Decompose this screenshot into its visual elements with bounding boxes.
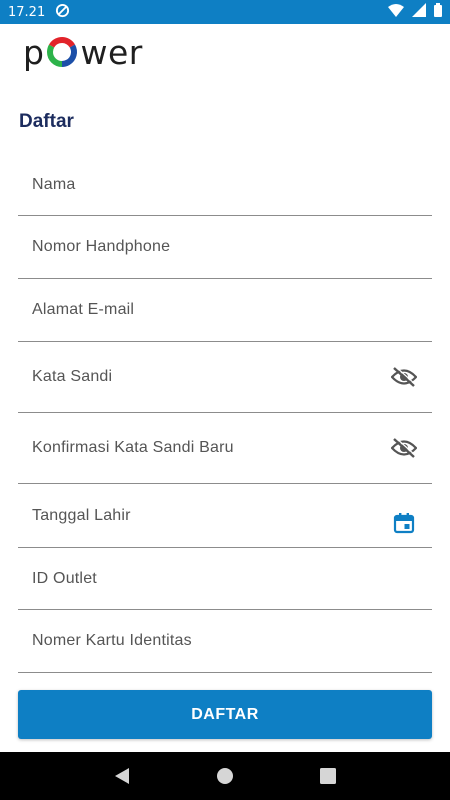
outlet-id-field[interactable]: ID Outlet (18, 548, 432, 610)
navigation-bar (0, 752, 450, 800)
wifi-icon (388, 3, 404, 21)
register-button[interactable]: DAFTAR (18, 690, 432, 739)
password-field[interactable]: Kata Sandi (18, 342, 432, 413)
email-field[interactable]: Alamat E-mail (18, 279, 432, 342)
confirm-password-field[interactable]: Konfirmasi Kata Sandi Baru (18, 413, 432, 484)
visibility-off-icon[interactable] (390, 434, 418, 462)
status-time: 17.21 (8, 4, 46, 20)
back-icon[interactable] (107, 761, 137, 791)
birth-date-field-label: Tanggal Lahir (32, 506, 131, 524)
recent-apps-icon[interactable] (313, 761, 343, 791)
outlet-id-field-label: ID Outlet (32, 569, 97, 587)
cell-signal-icon (412, 3, 426, 21)
calendar-icon[interactable] (390, 509, 418, 537)
power-logo: p wer (23, 32, 143, 72)
status-bar-right (388, 3, 442, 21)
logo-text-start: p (23, 32, 45, 72)
name-field[interactable]: Nama (18, 154, 432, 216)
birth-date-field[interactable]: Tanggal Lahir (18, 484, 432, 548)
status-bar-left: 17.21 (8, 3, 70, 22)
page-title: Daftar (19, 111, 74, 132)
status-bar: 17.21 (0, 0, 450, 24)
data-saver-icon (55, 3, 70, 22)
phone-field[interactable]: Nomor Handphone (18, 216, 432, 279)
home-icon[interactable] (210, 761, 240, 791)
phone-field-label: Nomor Handphone (32, 238, 171, 255)
logo-text-end: wer (80, 32, 143, 72)
email-field-label: Alamat E-mail (32, 301, 135, 318)
id-card-number-field[interactable]: Nomer Kartu Identitas (18, 610, 432, 673)
registration-form: Nama Nomor Handphone Alamat E-mail Kata … (18, 154, 432, 673)
visibility-off-icon[interactable] (390, 363, 418, 391)
id-card-number-field-label: Nomer Kartu Identitas (32, 632, 192, 649)
logo-ring-icon (45, 35, 79, 69)
password-field-label: Kata Sandi (32, 368, 113, 385)
name-field-label: Nama (32, 175, 76, 193)
confirm-password-field-label: Konfirmasi Kata Sandi Baru (32, 439, 234, 456)
battery-icon (434, 3, 442, 21)
